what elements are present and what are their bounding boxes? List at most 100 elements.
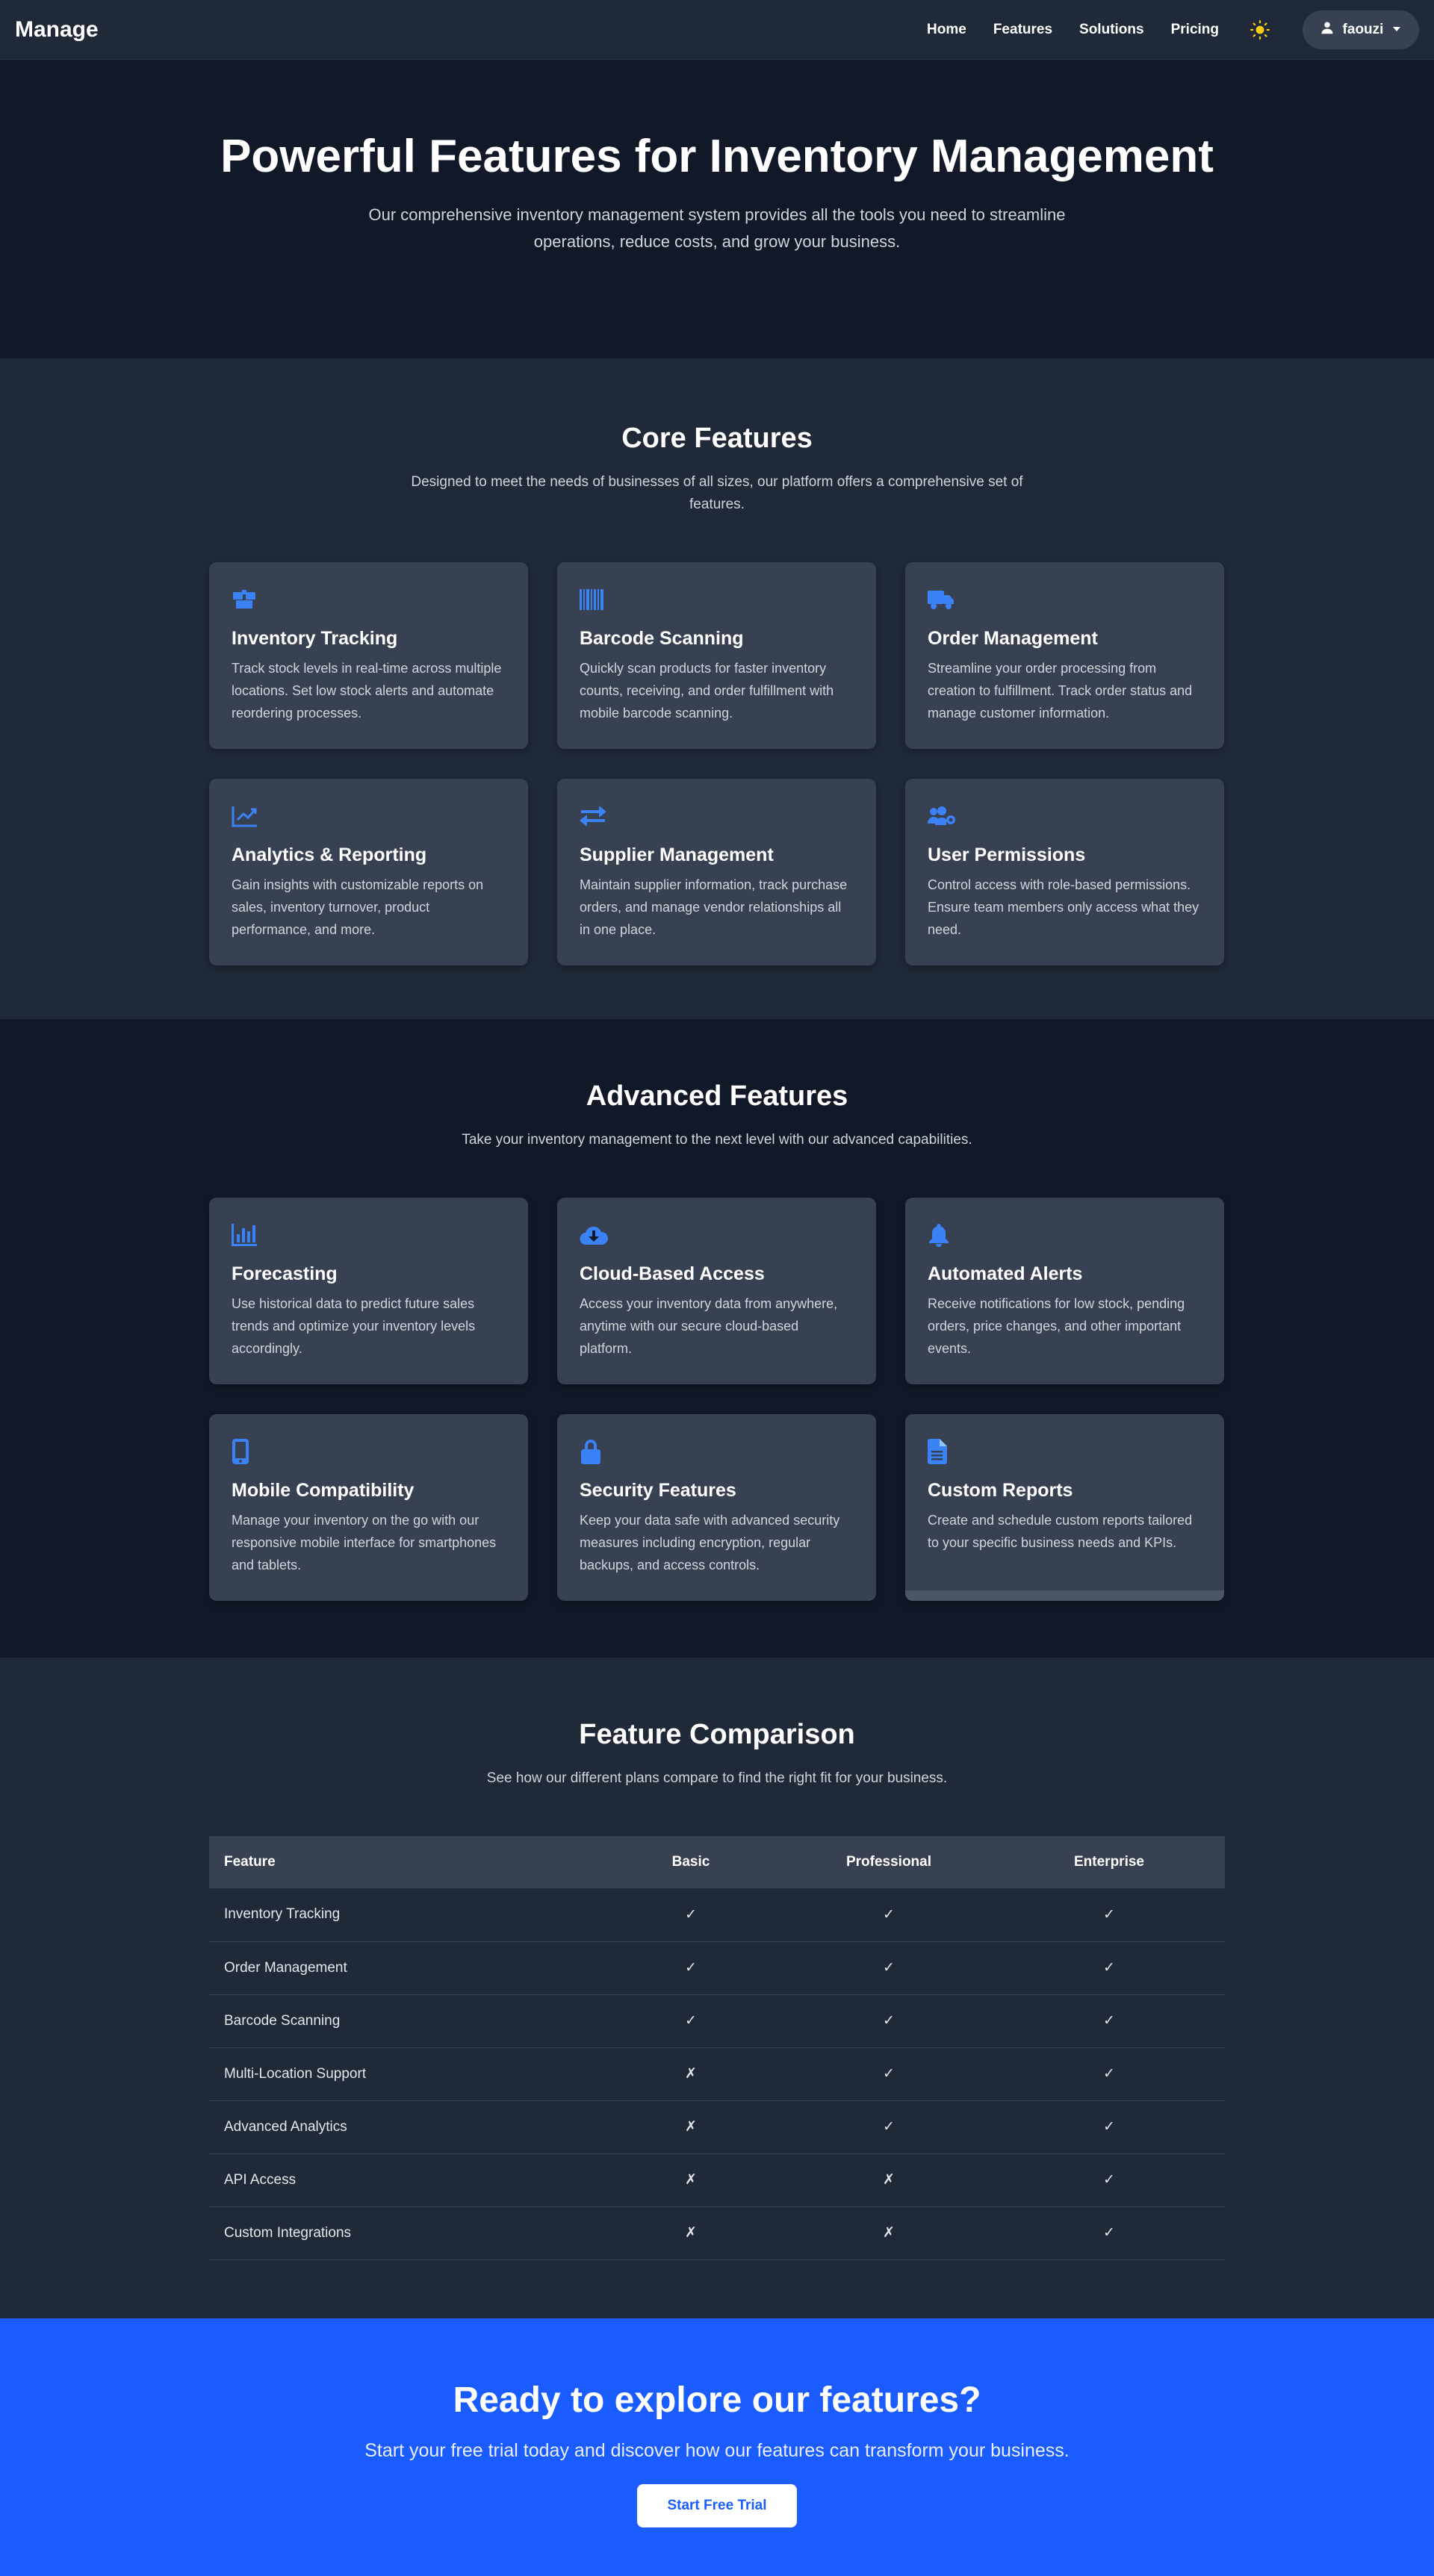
- feature-name: Multi-Location Support: [209, 2047, 598, 2101]
- nav-link-solutions[interactable]: Solutions: [1079, 22, 1144, 38]
- feature-card: Cloud-Based Access Access your inventory…: [557, 1198, 876, 1384]
- table-row: Order Management ✓ ✓ ✓: [209, 1941, 1225, 1995]
- feature-card: Order Management Streamline your order p…: [905, 562, 1224, 749]
- feature-name: Barcode Scanning: [209, 1994, 598, 2048]
- nav-link-home[interactable]: Home: [927, 22, 966, 38]
- feature-name: Inventory Tracking: [209, 1888, 598, 1942]
- feature-name: Advanced Analytics: [209, 2100, 598, 2154]
- feature-title: Analytics & Reporting: [232, 844, 427, 865]
- check-icon: ✓: [993, 1888, 1225, 1942]
- cloud-download-icon: [580, 1220, 854, 1250]
- feature-description: Track stock levels in real-time across m…: [232, 661, 502, 721]
- feature-description: Create and schedule custom reports tailo…: [928, 1513, 1193, 1550]
- mobile-icon: [232, 1437, 506, 1466]
- check-icon: ✓: [598, 1941, 784, 1995]
- nav-link-pricing[interactable]: Pricing: [1171, 22, 1219, 38]
- user-icon: [1320, 21, 1334, 39]
- feature-description: Gain insights with customizable reports …: [232, 877, 484, 937]
- check-icon: ✓: [993, 1994, 1225, 2048]
- feature-title: Forecasting: [232, 1263, 338, 1284]
- check-icon: ✓: [598, 1888, 784, 1942]
- cross-icon: ✗: [784, 2206, 993, 2260]
- feature-card: Mobile Compatibility Manage your invento…: [209, 1414, 528, 1601]
- core-features-subtitle: Designed to meet the needs of businesses…: [411, 474, 1023, 512]
- comparison-title: Feature Comparison: [579, 1719, 855, 1750]
- feature-description: Keep your data safe with advanced securi…: [580, 1513, 840, 1572]
- feature-title: Security Features: [580, 1480, 736, 1501]
- feature-title: Supplier Management: [580, 844, 774, 865]
- boxes-icon: [232, 585, 506, 615]
- cta-subtitle: Start your free trial today and discover…: [364, 2440, 1070, 2461]
- feature-description: Quickly scan products for faster invento…: [580, 661, 834, 721]
- feature-comparison-section: Feature Comparison See how our different…: [0, 1658, 1434, 2318]
- table-row: Barcode Scanning ✓ ✓ ✓: [209, 1994, 1225, 2048]
- cross-icon: ✗: [598, 2153, 784, 2207]
- advanced-features-grid: Forecasting Use historical data to predi…: [209, 1198, 1225, 1601]
- check-icon: ✓: [993, 2047, 1225, 2101]
- brand-logo[interactable]: Manage: [15, 17, 99, 43]
- header-basic: Basic: [598, 1836, 784, 1888]
- start-free-trial-button[interactable]: Start Free Trial: [637, 2484, 797, 2527]
- check-icon: ✓: [784, 2100, 993, 2154]
- feature-card: Automated Alerts Receive notifications f…: [905, 1198, 1224, 1384]
- hero-title: Powerful Features for Inventory Manageme…: [220, 131, 1214, 182]
- lock-icon: [580, 1437, 854, 1466]
- check-icon: ✓: [993, 1941, 1225, 1995]
- feature-description: Maintain supplier information, track pur…: [580, 877, 848, 937]
- feature-title: Barcode Scanning: [580, 628, 744, 649]
- check-icon: ✓: [993, 2206, 1225, 2260]
- top-navbar: Manage Home Features Solutions Pricing f…: [0, 0, 1434, 60]
- feature-name: Order Management: [209, 1941, 598, 1995]
- check-icon: ✓: [784, 2047, 993, 2101]
- feature-card: Barcode Scanning Quickly scan products f…: [557, 562, 876, 749]
- cta-title: Ready to explore our features?: [453, 2380, 981, 2420]
- check-icon: ✓: [784, 1941, 993, 1995]
- check-icon: ✓: [993, 2100, 1225, 2154]
- exchange-icon: [580, 801, 854, 831]
- table-row: Custom Integrations ✗ ✗ ✓: [209, 2206, 1225, 2260]
- check-icon: ✓: [784, 1994, 993, 2048]
- feature-title: User Permissions: [928, 844, 1086, 865]
- feature-description: Manage your inventory on the go with our…: [232, 1513, 497, 1572]
- feature-description: Receive notifications for low stock, pen…: [928, 1296, 1185, 1356]
- chart-line-icon: [232, 801, 506, 831]
- chart-bar-icon: [232, 1220, 506, 1250]
- feature-name: Custom Integrations: [209, 2206, 598, 2260]
- feature-card: Inventory Tracking Track stock levels in…: [209, 562, 528, 749]
- feature-title: Mobile Compatibility: [232, 1480, 415, 1501]
- cta-section: Ready to explore our features? Start you…: [0, 2318, 1434, 2576]
- hero-subtitle: Our comprehensive inventory management s…: [368, 205, 1066, 252]
- cross-icon: ✗: [784, 2153, 993, 2207]
- cross-icon: ✗: [598, 2100, 784, 2154]
- feature-description: Access your inventory data from anywhere…: [580, 1296, 838, 1356]
- user-menu-button[interactable]: faouzi: [1303, 10, 1419, 49]
- advanced-features-title: Advanced Features: [586, 1080, 848, 1112]
- header-enterprise: Enterprise: [993, 1836, 1225, 1888]
- table-row: Multi-Location Support ✗ ✓ ✓: [209, 2047, 1225, 2101]
- check-icon: ✓: [993, 2153, 1225, 2207]
- feature-title: Automated Alerts: [928, 1263, 1083, 1284]
- sun-icon[interactable]: [1249, 19, 1271, 41]
- nav-link-features[interactable]: Features: [993, 22, 1052, 38]
- feature-description: Control access with role-based permissio…: [928, 877, 1199, 937]
- feature-card: Forecasting Use historical data to predi…: [209, 1198, 528, 1384]
- feature-title: Custom Reports: [928, 1480, 1073, 1501]
- advanced-features-subtitle: Take your inventory management to the ne…: [462, 1132, 972, 1148]
- file-icon: [928, 1437, 1202, 1466]
- feature-title: Order Management: [928, 628, 1098, 649]
- core-features-section: Core Features Designed to meet the needs…: [0, 358, 1434, 1019]
- table-row: Advanced Analytics ✗ ✓ ✓: [209, 2100, 1225, 2154]
- check-icon: ✓: [784, 1888, 993, 1942]
- header-feature: Feature: [209, 1836, 598, 1888]
- nav-right: Home Features Solutions Pricing faouzi: [927, 10, 1419, 49]
- advanced-features-section: Advanced Features Take your inventory ma…: [0, 1019, 1434, 1658]
- check-icon: ✓: [598, 1994, 784, 2048]
- core-features-title: Core Features: [621, 423, 813, 454]
- table-header-row: Feature Basic Professional Enterprise: [209, 1836, 1225, 1888]
- comparison-subtitle: See how our different plans compare to f…: [486, 1770, 948, 1786]
- feature-title: Cloud-Based Access: [580, 1263, 765, 1284]
- feature-name: API Access: [209, 2153, 598, 2207]
- table-row: API Access ✗ ✗ ✓: [209, 2153, 1225, 2207]
- hero-section: Powerful Features for Inventory Manageme…: [0, 60, 1434, 358]
- bell-icon: [928, 1220, 1202, 1250]
